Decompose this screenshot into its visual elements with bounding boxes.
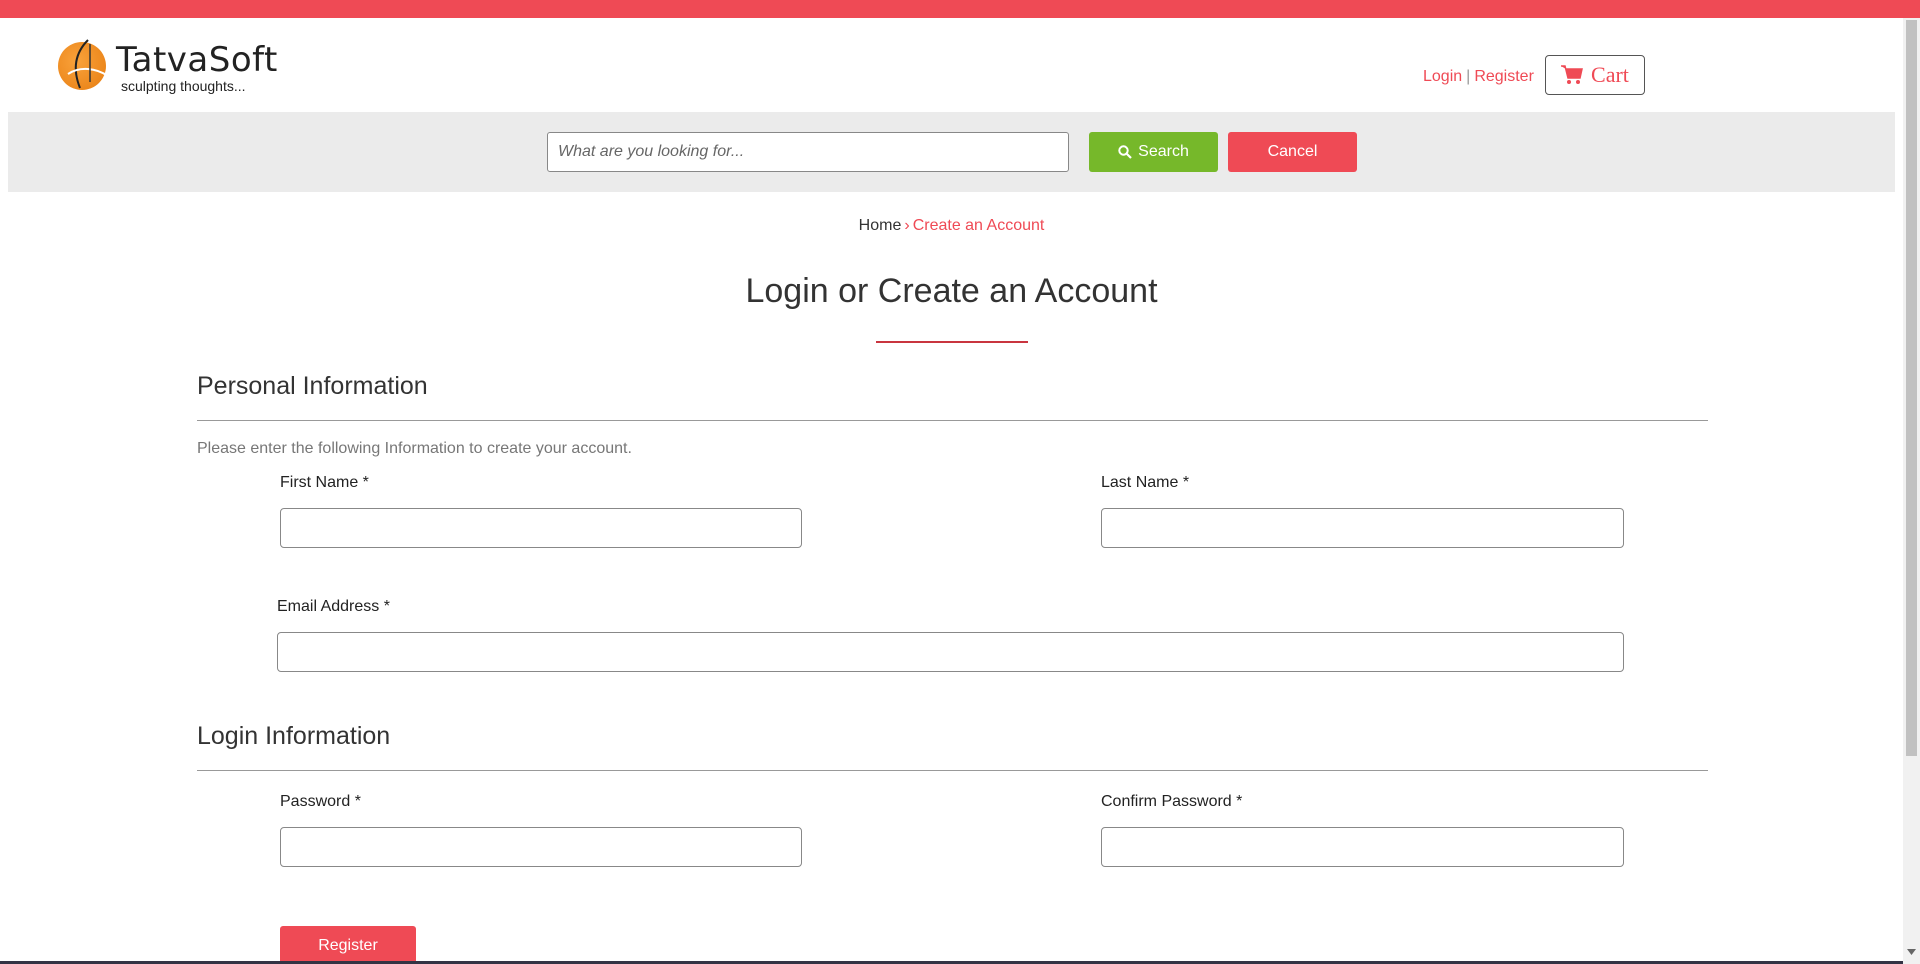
cancel-button[interactable]: Cancel [1228,132,1357,172]
search-input[interactable] [547,132,1069,172]
cart-button[interactable]: Cart [1545,55,1645,95]
auth-links: Login | Register [1423,68,1534,86]
page-title: Login or Create an Account [745,272,1158,310]
email-label: Email Address * [277,598,390,615]
login-info-divider [197,770,1708,771]
email-field[interactable] [277,632,1624,672]
personal-info-heading: Personal Information [197,372,428,400]
scrollbar-thumb[interactable] [1906,20,1917,756]
confirm-password-label: Confirm Password * [1101,793,1243,810]
cart-label: Cart [1591,62,1629,87]
page: TatvaSoft sculpting thoughts... Login | Re… [0,0,1920,964]
logo-swoosh-icon [67,39,109,89]
personal-info-divider [197,420,1708,421]
last-name-label: Last Name * [1101,474,1190,491]
last-name-field[interactable] [1101,508,1624,548]
breadcrumb-home[interactable]: Home [859,217,902,234]
login-link[interactable]: Login [1423,68,1462,85]
breadcrumb: Home › Create an Account [0,217,1903,235]
register-button[interactable]: Register [280,926,416,964]
shopping-cart-icon [1561,65,1583,84]
auth-separator: | [1466,68,1471,85]
brand-tagline: sculpting thoughts... [121,78,246,94]
confirm-password-field[interactable] [1101,827,1624,867]
top-accent-bar [0,0,1920,18]
password-field[interactable] [280,827,802,867]
brand-logo[interactable]: TatvaSoft sculpting thoughts... [58,38,298,98]
breadcrumb-separator: › [904,217,910,234]
brand-name: TatvaSoft [116,40,278,80]
title-underline [876,341,1028,343]
password-label: Password * [280,793,361,810]
first-name-field[interactable] [280,508,802,548]
breadcrumb-current: Create an Account [912,217,1045,234]
search-button-label: Search [1138,143,1189,160]
first-name-label: First Name * [280,474,369,491]
search-icon [1118,145,1132,159]
scroll-down-arrow-icon[interactable] [1906,947,1917,957]
search-button[interactable]: Search [1089,132,1218,172]
personal-info-hint: Please enter the following Information t… [197,440,632,457]
login-info-heading: Login Information [197,722,391,750]
register-link[interactable]: Register [1474,68,1534,85]
